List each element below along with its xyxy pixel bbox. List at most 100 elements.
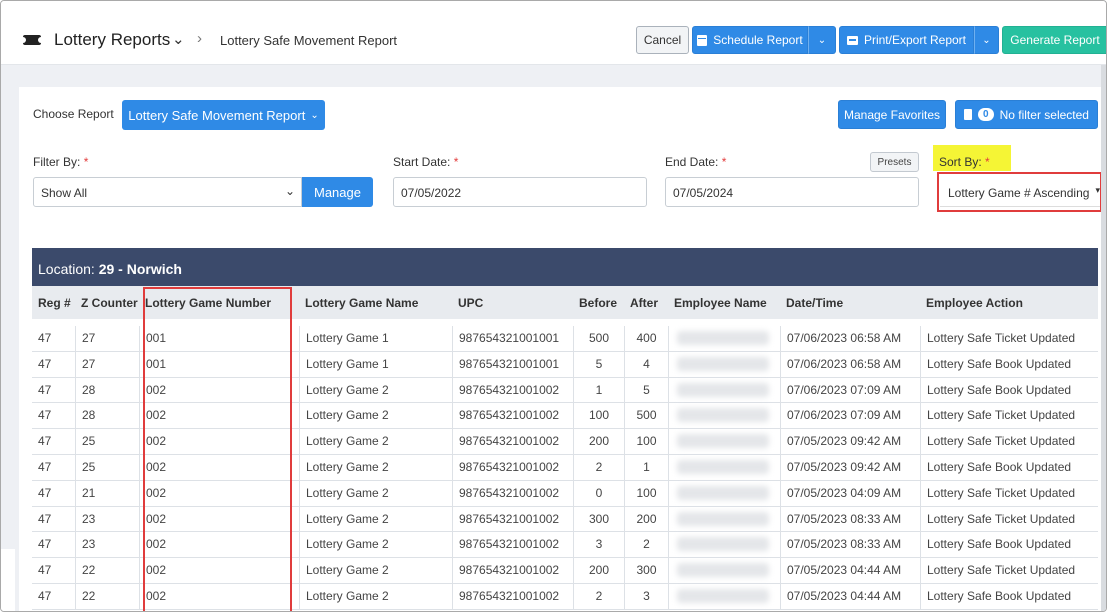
- column-header-game-number[interactable]: Lottery Game Number: [145, 296, 271, 310]
- table-cell-before: 200: [573, 429, 624, 455]
- column-header-reg[interactable]: Reg #: [38, 296, 71, 310]
- table-cell-before: 100: [573, 403, 624, 430]
- table-cell-after: 500: [624, 403, 668, 430]
- table-row[interactable]: 47 27 001 Lottery Game 1 987654321001001 500 4…: [32, 326, 1098, 352]
- table-cell-upc: 987654321001002: [452, 403, 573, 430]
- caret-down-icon: ▾: [1095, 185, 1100, 195]
- table-row[interactable]: 47 21 002 Lottery Game 2 987654321001002 0 100…: [32, 480, 1098, 507]
- manage-button[interactable]: Manage: [302, 177, 373, 207]
- sort-by-select[interactable]: Lottery Game # Ascending ▾: [940, 178, 1100, 207]
- table-cell-game-number: 001: [139, 326, 299, 352]
- table-row[interactable]: 47 25 002 Lottery Game 2 987654321001002 200 1…: [32, 429, 1098, 455]
- table-cell-reg: 47: [38, 382, 52, 397]
- table-cell-game-name: Lottery Game 2: [299, 454, 452, 481]
- column-header-employee-name[interactable]: Employee Name: [674, 296, 767, 310]
- column-header-upc[interactable]: UPC: [458, 296, 483, 310]
- table-cell-reg: 47: [38, 459, 52, 474]
- filter-by-value: Show All: [41, 186, 88, 200]
- report-select-button[interactable]: Lottery Safe Movement Report ⌄: [122, 100, 325, 130]
- app-title[interactable]: Lottery Reports: [54, 30, 170, 50]
- table-row[interactable]: 47 23 002 Lottery Game 2 987654321001002 3 2 07…: [32, 532, 1098, 559]
- column-header-z-counter[interactable]: Z Counter: [81, 296, 138, 310]
- redacted-employee-name: [677, 331, 769, 345]
- end-date-input[interactable]: 07/05/2024: [665, 177, 919, 207]
- table-cell-before: 300: [573, 506, 624, 533]
- print-dropdown-button[interactable]: ⌄: [974, 26, 999, 54]
- table-cell-reg: 47: [38, 563, 52, 578]
- table-cell-after: 400: [624, 326, 668, 352]
- schedule-report-button[interactable]: Schedule Report: [692, 26, 808, 54]
- generate-report-button[interactable]: Generate Report: [1002, 26, 1106, 54]
- redacted-employee-name: [677, 459, 769, 474]
- table-cell-game-name: Lottery Game 2: [299, 558, 452, 584]
- table-cell-game-number: 002: [139, 558, 299, 584]
- table-cell-z-counter: 28: [75, 403, 139, 430]
- table-row[interactable]: 47 28 002 Lottery Game 2 987654321001002 1 5 07…: [32, 377, 1098, 404]
- report-select-label: Lottery Safe Movement Report: [128, 107, 306, 123]
- table-cell-employee-name: [668, 506, 780, 533]
- table-cell-upc: 987654321001001: [452, 326, 573, 352]
- table-cell-upc: 987654321001001: [452, 351, 573, 378]
- filter-status-label: No filter selected: [999, 107, 1089, 122]
- table-cell-datetime: 07/05/2023 04:44 AM: [780, 558, 920, 584]
- table-row[interactable]: 47 23 002 Lottery Game 2 987654321001002 300 2…: [32, 506, 1098, 533]
- table-cell-reg: 47: [38, 331, 52, 345]
- redacted-employee-name: [677, 408, 769, 423]
- column-header-before[interactable]: Before: [579, 296, 617, 310]
- filter-status-button[interactable]: 0 No filter selected: [955, 100, 1098, 129]
- column-header-game-name[interactable]: Lottery Game Name: [305, 296, 418, 310]
- redacted-employee-name: [677, 537, 769, 552]
- table-cell-game-name: Lottery Game 1: [299, 351, 452, 378]
- table-cell-game-name: Lottery Game 2: [299, 532, 452, 559]
- required-mark: *: [453, 155, 459, 169]
- filter-by-select[interactable]: Show All ⌄: [33, 177, 302, 207]
- redacted-employee-name: [677, 511, 769, 526]
- redacted-employee-name: [677, 588, 769, 603]
- table-cell-employee-action: Lottery Safe Book Updated: [920, 351, 1098, 378]
- table-cell-employee-action: Lottery Safe Book Updated: [920, 454, 1098, 481]
- table-cell-before: 500: [573, 326, 624, 352]
- scrollbar[interactable]: [1101, 65, 1106, 611]
- table-cell-employee-action: Lottery Safe Ticket Updated: [920, 558, 1098, 584]
- table-cell-upc: 987654321001002: [452, 506, 573, 533]
- print-export-button[interactable]: Print/Export Report: [839, 26, 974, 54]
- table-cell-upc: 987654321001002: [452, 558, 573, 584]
- start-date-input[interactable]: 07/05/2022: [393, 177, 647, 207]
- table-cell-game-number: 002: [139, 506, 299, 533]
- table-cell-game-name: Lottery Game 2: [299, 429, 452, 455]
- chevron-down-icon[interactable]: ⌄: [172, 30, 185, 48]
- table-cell-z-counter: 22: [75, 583, 139, 610]
- presets-button[interactable]: Presets: [870, 152, 919, 172]
- table-row[interactable]: 47 28 002 Lottery Game 2 987654321001002 100 5…: [32, 403, 1098, 430]
- schedule-report-label: Schedule Report: [713, 33, 803, 47]
- table-row[interactable]: 47 22 002 Lottery Game 2 987654321001002 2 3 07…: [32, 583, 1098, 610]
- table-cell-datetime: 07/05/2023 09:42 AM: [780, 454, 920, 481]
- table-cell-datetime: 07/05/2023 08:33 AM: [780, 532, 920, 559]
- printer-icon: [846, 35, 858, 45]
- table-cell-upc: 987654321001002: [452, 583, 573, 610]
- end-date-text: End Date:: [665, 155, 719, 169]
- table-row[interactable]: 47 27 001 Lottery Game 1 987654321001001 5 4 07…: [32, 351, 1098, 378]
- table-cell-z-counter: 21: [75, 480, 139, 507]
- table-cell-z-counter: 25: [75, 429, 139, 455]
- sort-by-text: Sort By:: [939, 155, 982, 169]
- table-row[interactable]: 47 25 002 Lottery Game 2 987654321001002 2 1 07…: [32, 454, 1098, 481]
- column-header-datetime[interactable]: Date/Time: [786, 296, 843, 310]
- schedule-dropdown-button[interactable]: ⌄: [808, 26, 836, 54]
- column-header-after[interactable]: After: [630, 296, 658, 310]
- manage-favorites-button[interactable]: Manage Favorites: [838, 100, 946, 129]
- table-cell-before: 200: [573, 558, 624, 584]
- table-row[interactable]: 47 22 002 Lottery Game 2 987654321001002 200 3…: [32, 558, 1098, 584]
- table-cell-game-number: 002: [139, 429, 299, 455]
- table-cell-after: 100: [624, 480, 668, 507]
- cancel-button[interactable]: Cancel: [636, 26, 689, 54]
- table-cell-z-counter: 27: [75, 326, 139, 352]
- table-cell-game-number: 001: [139, 351, 299, 378]
- table-cell-after: 200: [624, 506, 668, 533]
- table-cell-employee-action: Lottery Safe Book Updated: [920, 532, 1098, 559]
- column-header-employee-action[interactable]: Employee Action: [926, 296, 1023, 310]
- table-cell-game-name: Lottery Game 2: [299, 506, 452, 533]
- table-cell-after: 2: [624, 532, 668, 559]
- table-cell-z-counter: 22: [75, 558, 139, 584]
- table-cell-datetime: 07/05/2023 04:44 AM: [780, 583, 920, 610]
